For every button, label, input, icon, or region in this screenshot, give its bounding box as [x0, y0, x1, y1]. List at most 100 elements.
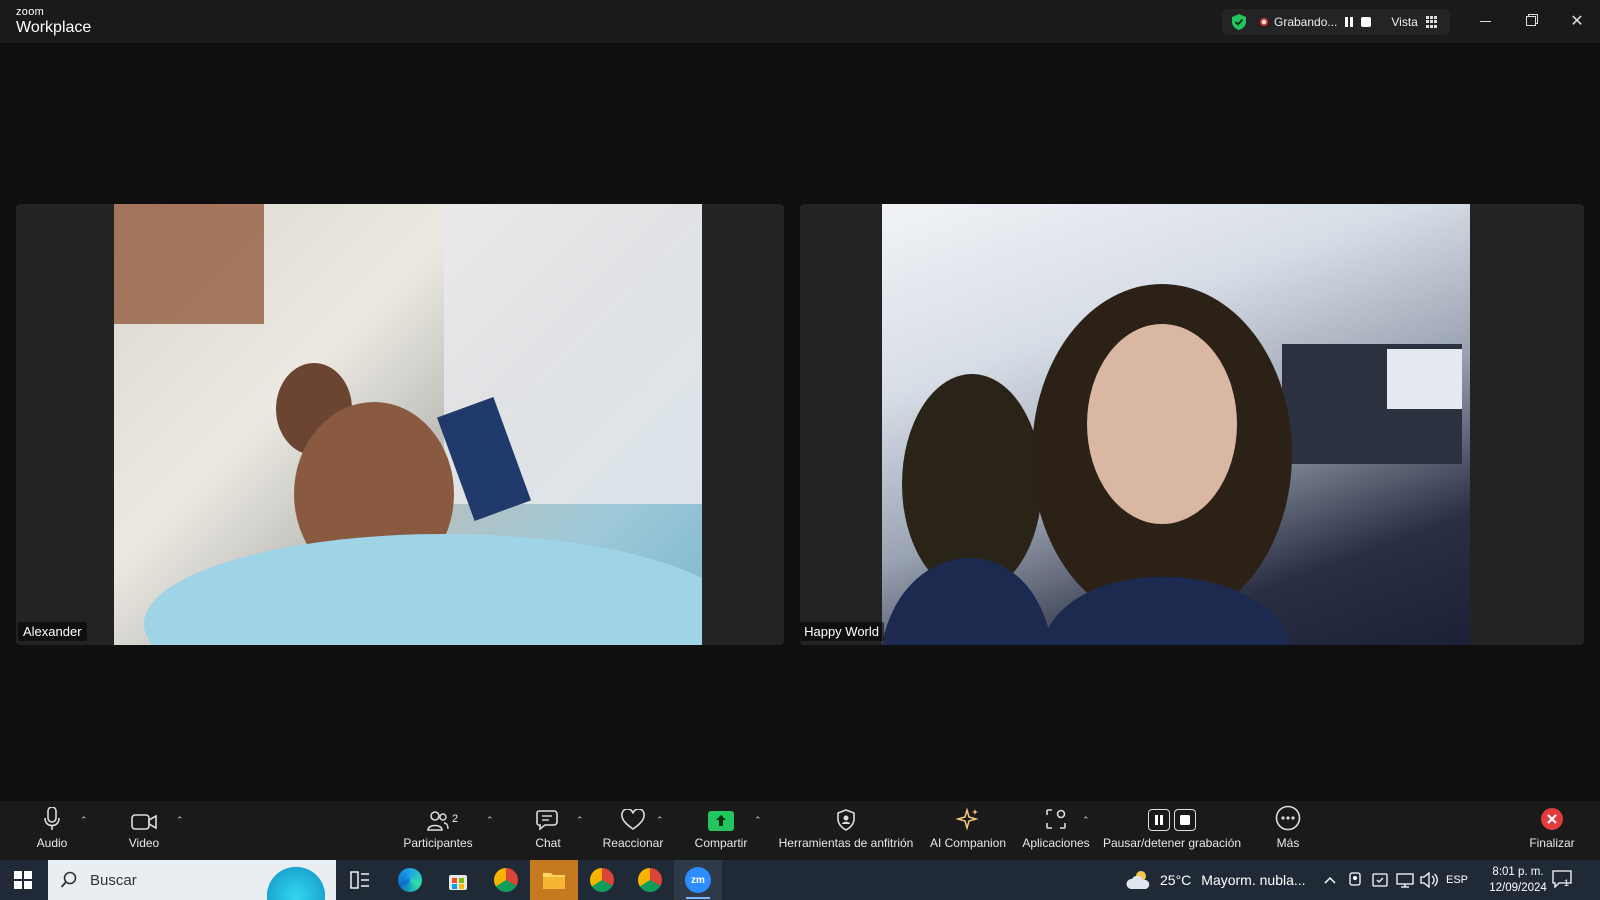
apps-button[interactable]: Aplicaciones [1020, 801, 1092, 860]
chrome-browser-icon[interactable] [482, 860, 530, 900]
meeting-status-bar: Grabando... Vista [1222, 9, 1450, 35]
encryption-shield-icon[interactable] [1230, 13, 1248, 31]
pause-stop-recording-button[interactable]: Pausar/detener grabación [1102, 801, 1242, 860]
zoom-logo: zoom Workplace [16, 7, 91, 36]
video-frame-illustration [882, 284, 1462, 645]
cloudy-weather-icon [1126, 871, 1150, 889]
pause-recording-icon[interactable] [1345, 17, 1354, 27]
participants-icon [427, 811, 449, 831]
view-label: Vista [1391, 15, 1418, 29]
brand-product: Workplace [16, 19, 92, 36]
react-options-chevron-up-icon[interactable]: ⌃ [656, 815, 664, 826]
video-camera-icon [131, 814, 157, 830]
search-highlight-dolphin-icon [260, 864, 332, 900]
pause-icon [1148, 809, 1170, 831]
audio-button[interactable]: Audio [32, 801, 72, 860]
file-explorer-icon[interactable] [530, 860, 578, 900]
host-tools-shield-icon [837, 809, 855, 831]
react-button[interactable]: Reaccionar [600, 801, 666, 860]
recording-indicator-icon [1260, 18, 1268, 26]
participants-count: 2 [452, 813, 459, 825]
restore-window-button[interactable] [1516, 8, 1546, 34]
participants-options-chevron-up-icon[interactable]: ⌃ [486, 815, 494, 826]
heart-icon [621, 809, 645, 830]
notifications-button[interactable]: 1 [1552, 870, 1572, 889]
share-options-chevron-up-icon[interactable]: ⌃ [754, 815, 762, 826]
search-placeholder: Buscar [90, 871, 137, 889]
participant-video-feed [882, 204, 1470, 645]
end-meeting-icon [1541, 808, 1563, 830]
more-dots-icon [1275, 805, 1301, 831]
security-center-icon[interactable] [1372, 860, 1388, 900]
chat-button[interactable]: Chat [528, 801, 568, 860]
network-icon[interactable] [1396, 860, 1414, 900]
minimize-icon [1479, 20, 1491, 22]
close-icon: ✕ [1570, 13, 1584, 30]
grid-view-icon [1425, 16, 1438, 28]
chrome-profile-icon[interactable] [626, 860, 674, 900]
minimize-window-button[interactable] [1470, 8, 1500, 34]
audio-options-chevron-up-icon[interactable]: ⌃ [80, 815, 88, 826]
meet-now-icon[interactable] [1348, 860, 1362, 900]
chrome-profile-icon[interactable] [578, 860, 626, 900]
participant-video-feed [114, 204, 702, 645]
volume-icon[interactable] [1420, 860, 1438, 900]
windows-start-icon[interactable] [14, 871, 32, 889]
search-icon [60, 871, 77, 888]
meeting-toolbar: Audio ⌃ Video ⌃ Participantes 2 ⌃ Chat ⌃… [0, 801, 1600, 860]
recording-status-label: Grabando... [1274, 15, 1338, 29]
share-screen-icon [708, 811, 734, 831]
more-label: Más [1276, 836, 1300, 850]
chat-icon [536, 810, 558, 831]
end-meeting-label: Finalizar [1529, 836, 1575, 850]
weather-description: Mayorm. nubla... [1201, 872, 1306, 888]
participants-button[interactable]: Participantes [400, 801, 476, 860]
pause-stop-recording-label: Pausar/detener grabación [1102, 836, 1242, 850]
participants-label: Participantes [403, 836, 473, 850]
host-tools-button[interactable]: Herramientas de anfitrión [776, 801, 916, 860]
microphone-icon [44, 807, 60, 830]
share-button[interactable]: Compartir [692, 801, 750, 860]
chat-label: Chat [535, 836, 561, 850]
more-button[interactable]: Más [1268, 801, 1308, 860]
ai-companion-button[interactable]: AI Companion [928, 801, 1008, 860]
weather-temperature: 25°C [1160, 872, 1192, 888]
apps-icon [1046, 809, 1066, 829]
ai-sparkle-icon [956, 807, 979, 831]
zoom-app-icon[interactable]: zm [674, 860, 722, 900]
video-button[interactable]: Video [124, 801, 164, 860]
restore-icon [1526, 16, 1536, 26]
apps-label: Aplicaciones [1022, 836, 1090, 850]
share-label: Compartir [694, 836, 748, 850]
end-meeting-button[interactable]: Finalizar [1524, 801, 1580, 860]
video-options-chevron-up-icon[interactable]: ⌃ [176, 815, 184, 826]
react-label: Reaccionar [602, 836, 664, 850]
brand-zoom: zoom [16, 6, 45, 18]
participant-name-label: Happy World [800, 622, 884, 641]
participant-name-label: Alexander [18, 622, 87, 641]
stop-icon [1174, 809, 1196, 831]
stop-recording-icon[interactable] [1361, 17, 1372, 27]
task-view-icon[interactable] [336, 860, 384, 900]
participant-tile[interactable]: Alexander [16, 204, 784, 645]
video-label: Video [128, 836, 160, 850]
notification-count: 1 [1564, 878, 1570, 888]
chat-options-chevron-up-icon[interactable]: ⌃ [576, 815, 584, 826]
taskbar-search-box[interactable]: Buscar [48, 860, 336, 900]
close-window-button[interactable]: ✕ [1562, 8, 1592, 34]
host-tools-label: Herramientas de anfitrión [778, 836, 914, 850]
apps-options-chevron-up-icon[interactable]: ⌃ [1082, 815, 1090, 826]
microsoft-store-icon[interactable] [434, 860, 482, 900]
show-hidden-icons-chevron-up-icon[interactable] [1324, 860, 1336, 900]
participant-tile[interactable]: Happy World [800, 204, 1584, 645]
edge-browser-icon[interactable] [386, 860, 434, 900]
weather-widget[interactable]: 25°C Mayorm. nubla... [1126, 860, 1306, 900]
ai-companion-label: AI Companion [929, 836, 1007, 850]
input-language-indicator[interactable]: ESP [1446, 860, 1468, 900]
video-gallery: Alexander Happy World [0, 43, 1600, 801]
view-button[interactable]: Vista [1391, 15, 1437, 29]
windows-taskbar: Buscar zm 25°C Mayorm. nubla... ESP 8:01… [0, 860, 1600, 900]
video-frame-illustration [114, 204, 702, 645]
title-bar: zoom Workplace Grabando... Vista ✕ [0, 0, 1600, 43]
audio-label: Audio [36, 836, 68, 850]
